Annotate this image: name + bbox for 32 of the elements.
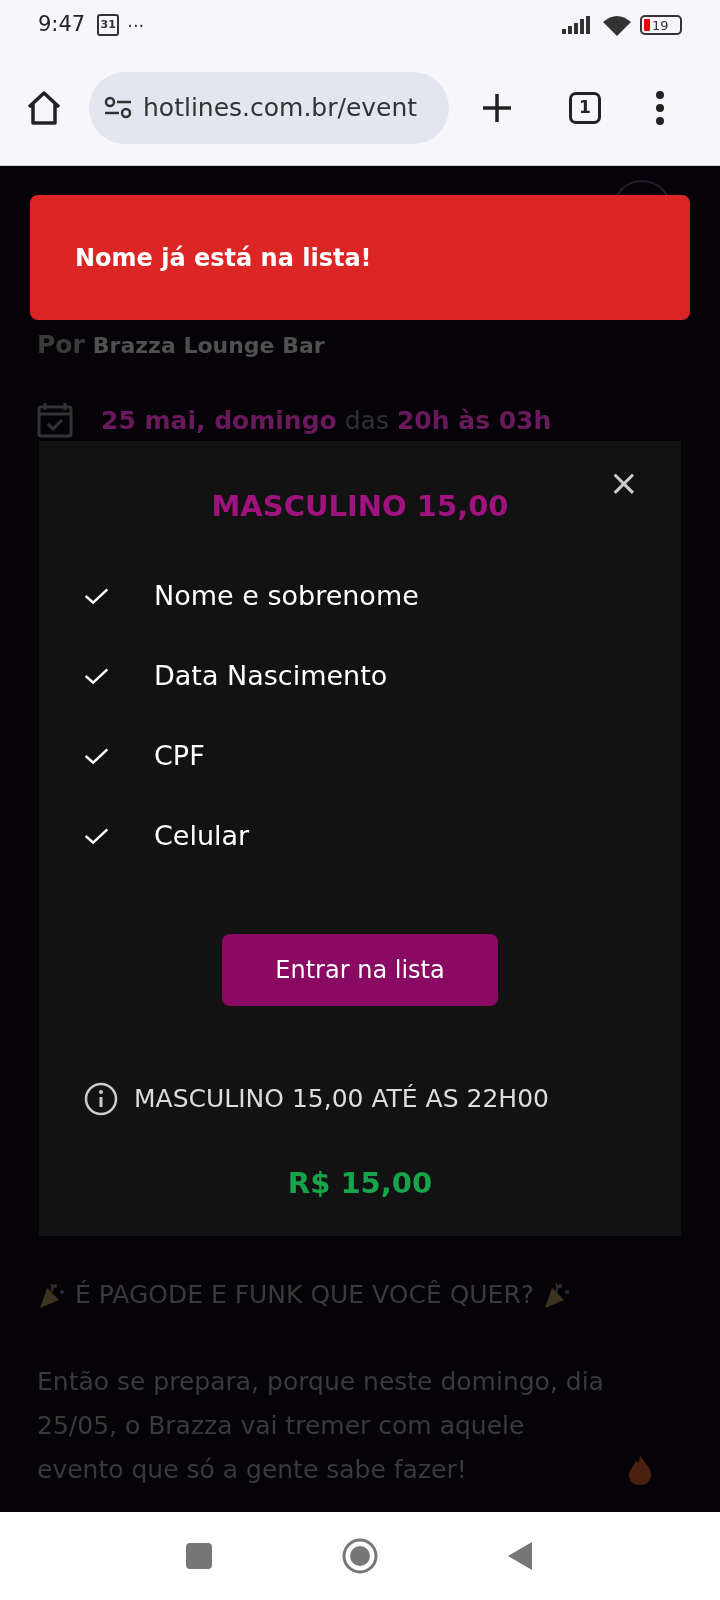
url-text: hotlines.com.br/event xyxy=(143,91,418,124)
info-icon xyxy=(84,1081,118,1116)
home-icon[interactable] xyxy=(25,89,63,126)
tab-count-button[interactable]: 1 xyxy=(569,91,601,124)
battery-fill xyxy=(644,19,650,31)
price: R$ 15,00 xyxy=(287,1164,433,1202)
battery-level: 19 xyxy=(652,18,669,32)
address-bar[interactable]: hotlines.com.br/event xyxy=(89,71,449,144)
more-notifications: ··· xyxy=(127,13,145,38)
calendar-icon xyxy=(37,402,73,439)
close-button[interactable]: × xyxy=(608,465,639,501)
organizer-name: Brazza Lounge Bar xyxy=(92,332,325,360)
event-date: 25 mai, domingo xyxy=(101,404,337,437)
modal-title: MASCULINO 15,00 xyxy=(211,487,509,525)
toast-message: Nome já está na lista! xyxy=(75,242,372,274)
price-info: MASCULINO 15,00 ATÉ AS 22H00 xyxy=(134,1083,549,1115)
site-settings-icon[interactable] xyxy=(103,95,133,120)
back-button[interactable] xyxy=(508,1541,534,1571)
field-label: CPF xyxy=(154,738,205,773)
field-label: Celular xyxy=(154,818,250,853)
home-button[interactable] xyxy=(342,1538,378,1574)
wifi-icon xyxy=(602,14,632,36)
join-list-button[interactable]: Entrar na lista xyxy=(222,934,498,1006)
signal-icon xyxy=(562,16,592,34)
field-label: Nome e sobrenome xyxy=(154,578,419,613)
calendar-notification-icon: 31 xyxy=(97,14,120,36)
menu-icon[interactable] xyxy=(655,90,665,125)
fire-icon xyxy=(627,1453,653,1486)
event-hours: 20h às 03h xyxy=(396,404,552,437)
new-tab-icon[interactable] xyxy=(481,91,513,124)
clock: 9:47 xyxy=(38,11,86,39)
field-label: Data Nascimento xyxy=(154,658,388,693)
